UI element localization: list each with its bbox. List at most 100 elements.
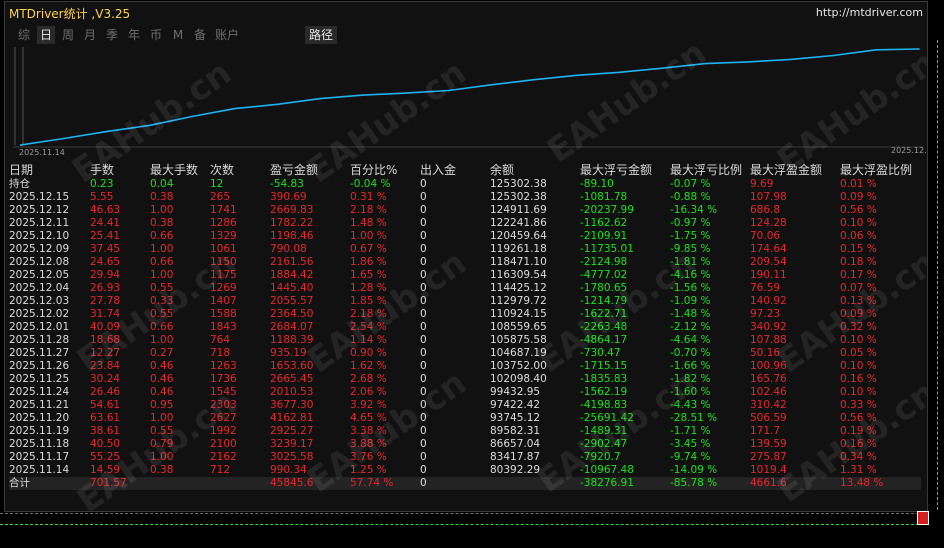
header-cell: 盈亏金额 xyxy=(270,163,319,177)
table-cell: 0.46 xyxy=(150,386,174,398)
table-cell: 1.00 xyxy=(150,451,174,463)
period-tab-0[interactable]: 综 xyxy=(15,26,33,44)
table-cell: 0.07 % xyxy=(840,282,877,294)
table-cell: 0.10 % xyxy=(840,386,877,398)
period-tab-9[interactable]: 账户 xyxy=(213,26,241,44)
table-cell: 2925.27 xyxy=(270,425,314,437)
table-cell: 0.95 xyxy=(150,399,174,411)
table-cell: 1992 xyxy=(210,425,237,437)
table-cell: 0 xyxy=(420,386,427,398)
total-cell: 57.74 % xyxy=(350,477,394,489)
header-cell: 最大浮盈金额 xyxy=(750,163,823,177)
table-cell: 1.86 % xyxy=(350,256,387,268)
table-cell: 3677.30 xyxy=(270,399,314,411)
table-cell: -20237.99 xyxy=(580,204,634,216)
table-row: 2025.11.18 40.50 0.79 2100 3239.17 3.88 % 0 866… xyxy=(9,438,921,451)
table-cell: -1.81 % xyxy=(670,256,711,268)
table-cell: 764 xyxy=(210,334,231,346)
table-cell: 0 xyxy=(420,204,427,216)
table-cell: 2.18 % xyxy=(350,204,387,216)
table-cell: 26.46 xyxy=(90,386,121,398)
period-tab-1[interactable]: 日 xyxy=(37,26,55,44)
table-row: 2025.12.08 24.65 0.66 1150 2161.56 1.86 % 0 118… xyxy=(9,256,921,269)
position-max-lots: 0.04 xyxy=(150,178,174,190)
website-link[interactable]: http://mtdriver.com xyxy=(816,6,923,19)
table-cell: 3.38 % xyxy=(350,425,387,437)
table-cell: 2025.12.15 xyxy=(9,191,70,203)
table-cell: 0.19 % xyxy=(840,425,877,437)
table-cell: 2025.12.11 xyxy=(9,217,70,229)
path-button[interactable]: 路径 xyxy=(305,26,338,44)
position-max-fp: 9.69 xyxy=(750,178,774,190)
table-cell: -1780.65 xyxy=(580,282,628,294)
period-tab-6[interactable]: 币 xyxy=(147,26,165,44)
table-cell: 3025.58 xyxy=(270,451,314,463)
table-cell: 107.98 xyxy=(750,191,787,203)
table-cell: 40.09 xyxy=(90,321,121,333)
table-cell: 0.46 xyxy=(150,360,174,372)
period-tab-8[interactable]: 备 xyxy=(191,26,209,44)
table-cell: -1.56 % xyxy=(670,282,711,294)
table-cell: 0.10 % xyxy=(840,360,877,372)
table-cell: -11735.01 xyxy=(580,243,634,255)
table-cell: 1843 xyxy=(210,321,237,333)
table-cell: 102.46 xyxy=(750,386,787,398)
table-cell: 0.66 xyxy=(150,230,174,242)
period-tab-5[interactable]: 年 xyxy=(125,26,143,44)
position-deposit: 0 xyxy=(420,178,427,190)
table-cell: 12.27 xyxy=(90,347,121,359)
table-cell: 2025.11.24 xyxy=(9,386,70,398)
table-cell: 105875.58 xyxy=(490,334,547,346)
table-cell: 0.79 xyxy=(150,438,174,450)
divider-line xyxy=(0,513,944,514)
table-cell: 89582.31 xyxy=(490,425,541,437)
table-cell: -4198.83 xyxy=(580,399,628,411)
balance-point xyxy=(191,115,193,118)
table-row: 2025.11.27 12.27 0.27 718 935.19 0.90 % 0 10468… xyxy=(9,347,921,360)
table-cell: 2025.12.08 xyxy=(9,256,70,268)
table-cell: 4162.81 xyxy=(270,412,314,424)
period-tab-4[interactable]: 季 xyxy=(103,26,121,44)
period-tab-7[interactable]: M xyxy=(169,26,187,44)
table-cell: 0.66 xyxy=(150,256,174,268)
table-cell: 0 xyxy=(420,321,427,333)
table-cell: -4.43 % xyxy=(670,399,711,411)
table-cell: 0.38 xyxy=(150,191,174,203)
table-cell: 1.28 % xyxy=(350,282,387,294)
table-cell: 2010.53 xyxy=(270,386,314,398)
table-cell: 118471.10 xyxy=(490,256,547,268)
corner-marker-icon[interactable] xyxy=(917,511,929,525)
table-cell: 1.65 % xyxy=(350,269,387,281)
period-tab-2[interactable]: 周 xyxy=(59,26,77,44)
chart-end-date: 2025.12.15 xyxy=(891,146,927,155)
table-cell: 0.55 xyxy=(150,282,174,294)
table-row: 2025.11.21 54.61 0.95 2303 3677.30 3.92 % 0 974… xyxy=(9,399,921,412)
table-cell: 0.15 % xyxy=(840,243,877,255)
table-row: 2025.11.14 14.59 0.38 712 990.34 1.25 % 0 80392… xyxy=(9,464,921,477)
table-cell: 1329 xyxy=(210,230,237,242)
table-cell: 2303 xyxy=(210,399,237,411)
table-cell: 54.61 xyxy=(90,399,121,411)
table-cell: 0.05 % xyxy=(840,347,877,359)
table-cell: 0 xyxy=(420,256,427,268)
table-cell: 37.45 xyxy=(90,243,121,255)
table-cell: -1.75 % xyxy=(670,230,711,242)
table-cell: 0.56 % xyxy=(840,204,877,216)
table-cell: 3.76 % xyxy=(350,451,387,463)
balance-point xyxy=(789,58,792,61)
table-cell: 265 xyxy=(210,191,231,203)
table-cell: -1214.79 xyxy=(580,295,628,307)
table-cell: 23.84 xyxy=(90,360,121,372)
table-cell: 1588 xyxy=(210,308,237,320)
table-cell: 506.59 xyxy=(750,412,787,424)
table-cell: -1081.78 xyxy=(580,191,628,203)
total-cell: 45845.6 xyxy=(270,477,314,489)
table-cell: 97.23 xyxy=(750,308,781,320)
period-tab-3[interactable]: 月 xyxy=(81,26,99,44)
table-cell: 1.48 % xyxy=(350,217,387,229)
table-cell: 112979.72 xyxy=(490,295,547,307)
table-cell: -9.85 % xyxy=(670,243,711,255)
total-cell: 13.48 % xyxy=(840,477,884,489)
table-cell: 70.06 xyxy=(750,230,781,242)
table-cell: -0.88 % xyxy=(670,191,711,203)
